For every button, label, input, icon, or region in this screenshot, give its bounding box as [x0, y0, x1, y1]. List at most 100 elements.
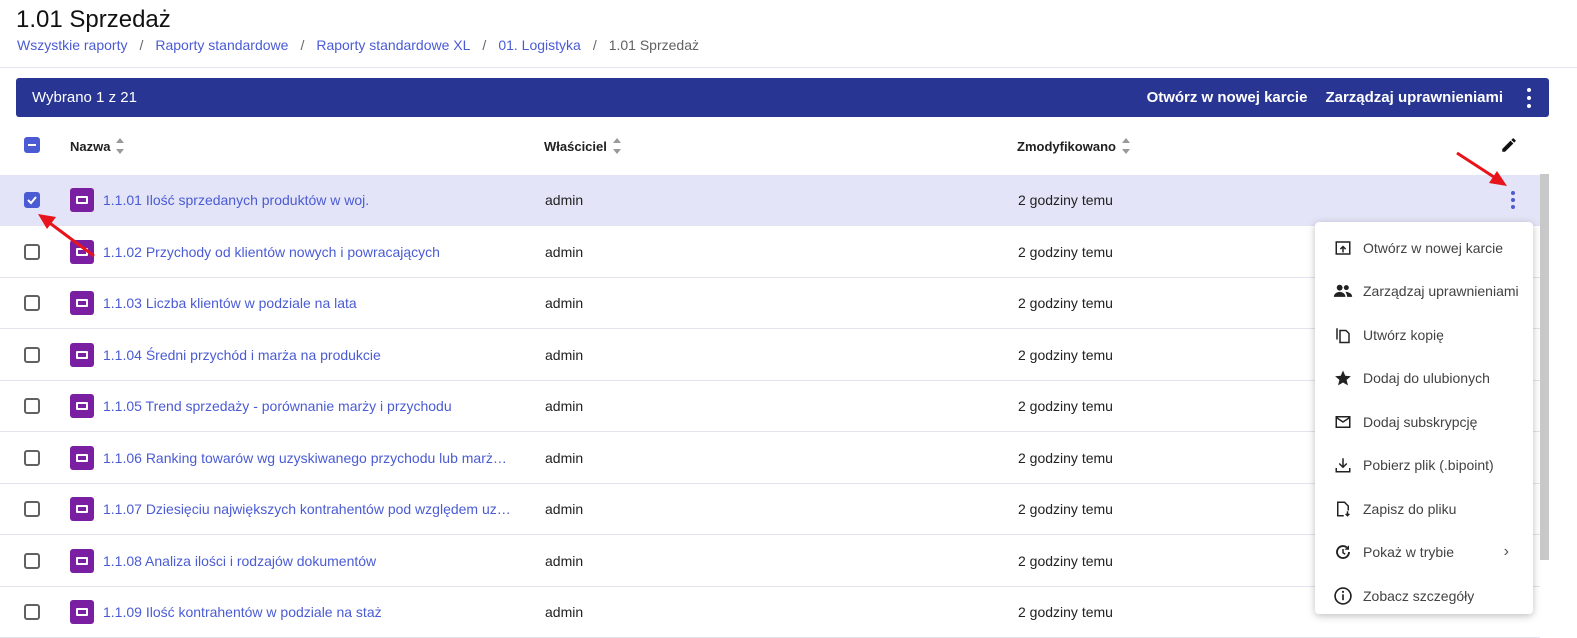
- modified: 2 godziny temu: [1018, 552, 1113, 569]
- info-icon: [1333, 586, 1353, 606]
- menu-item-label: Zobacz szczegóły: [1363, 587, 1475, 604]
- table-header: Nazwa Właściciel Zmodyfikowano: [0, 130, 1540, 160]
- context-menu: Otwórz w nowej karcie Zarządzaj uprawnien…: [1315, 222, 1533, 614]
- row-more-icon[interactable]: [1511, 191, 1515, 209]
- owner: admin: [545, 449, 584, 466]
- breadcrumb-separator: /: [482, 37, 487, 53]
- table-row[interactable]: 1.1.05 Trend sprzedaży - porównanie marż…: [0, 381, 1540, 432]
- download-icon: [1333, 455, 1353, 475]
- selection-toolbar: Wybrano 1 z 21 Otwórz w nowej karcie Zar…: [16, 78, 1549, 117]
- row-checkbox[interactable]: [24, 604, 40, 620]
- table-row[interactable]: 1.1.02 Przychody od klientów nowych i po…: [0, 227, 1540, 278]
- column-owner[interactable]: Właściciel: [544, 138, 621, 154]
- breadcrumb-standard-reports[interactable]: Raporty standardowe: [155, 37, 288, 53]
- column-name-label: Nazwa: [70, 138, 111, 154]
- modified: 2 godziny temu: [1018, 243, 1113, 260]
- row-checkbox[interactable]: [24, 552, 40, 569]
- report-name-link[interactable]: 1.1.09 Ilość kontrahentów w podziale na …: [103, 604, 382, 620]
- modified: 2 godziny temu: [1018, 449, 1113, 466]
- open-new-tab-button[interactable]: Otwórz w nowej karcie: [1147, 89, 1308, 106]
- menu-item[interactable]: Otwórz w nowej karcie: [1315, 226, 1533, 270]
- column-name[interactable]: Nazwa: [70, 138, 125, 154]
- owner: admin: [545, 346, 584, 363]
- column-owner-label: Właściciel: [544, 138, 607, 154]
- menu-item[interactable]: Zobacz szczegóły: [1315, 574, 1533, 618]
- sort-icon: [612, 138, 621, 154]
- star-icon: [1333, 368, 1353, 388]
- row-checkbox[interactable]: [24, 449, 40, 466]
- save-file-icon: [1333, 499, 1353, 519]
- table-row[interactable]: 1.1.06 Ranking towarów wg uzyskiwanego p…: [0, 433, 1540, 484]
- owner: admin: [545, 192, 584, 208]
- breadcrumb: Wszystkie raporty / Raporty standardowe / …: [17, 37, 699, 53]
- breadcrumb-all-reports[interactable]: Wszystkie raporty: [17, 37, 127, 53]
- scrollbar[interactable]: [1540, 174, 1549, 560]
- select-all-checkbox[interactable]: [24, 137, 40, 153]
- row-checkbox[interactable]: [24, 295, 40, 311]
- owner: admin: [545, 604, 584, 620]
- report-name-link[interactable]: 1.1.01 Ilość sprzedanych produktów w woj…: [103, 192, 369, 208]
- menu-item[interactable]: Pobierz plik (.bipoint): [1315, 444, 1533, 488]
- table-row[interactable]: 1.1.03 Liczba klientów w podziale na lat…: [0, 278, 1540, 329]
- report-name-link[interactable]: 1.1.04 Średni przychód i marża na produk…: [103, 347, 381, 363]
- copy-icon: [1333, 325, 1353, 345]
- report-icon: [70, 445, 94, 470]
- menu-item-label: Pobierz plik (.bipoint): [1363, 457, 1494, 474]
- report-icon: [70, 239, 94, 264]
- chevron-right-icon: ›: [1503, 543, 1509, 561]
- report-name-link[interactable]: 1.1.03 Liczba klientów w podziale na lat…: [103, 295, 357, 311]
- report-name-link[interactable]: 1.1.08 Analiza ilości i rodzajów dokumen…: [103, 553, 376, 569]
- owner: admin: [545, 501, 584, 517]
- report-icon: [70, 394, 94, 418]
- table-row[interactable]: 1.1.09 Ilość kontrahentów w podziale na …: [0, 587, 1540, 638]
- modified: 2 godziny temu: [1018, 604, 1113, 620]
- row-checkbox[interactable]: [24, 346, 40, 363]
- sort-icon: [1121, 138, 1130, 154]
- menu-item-label: Otwórz w nowej karcie: [1363, 239, 1504, 256]
- report-icon: [70, 188, 94, 212]
- report-name-link[interactable]: 1.1.05 Trend sprzedaży - porównanie marż…: [103, 398, 452, 414]
- menu-item-label: Zapisz do pliku: [1363, 500, 1457, 517]
- manage-permissions-button[interactable]: Zarządzaj uprawnieniami: [1325, 89, 1503, 106]
- row-checkbox[interactable]: [24, 398, 40, 414]
- menu-item[interactable]: Pokaż w trybie ›: [1315, 531, 1533, 575]
- more-options-icon[interactable]: [1525, 87, 1533, 108]
- column-modified[interactable]: Zmodyfikowano: [1017, 138, 1130, 154]
- report-name-link[interactable]: 1.1.02 Przychody od klientów nowych i po…: [103, 244, 440, 260]
- people-icon: [1333, 281, 1353, 301]
- breadcrumb-separator: /: [139, 37, 144, 53]
- report-name-link[interactable]: 1.1.07 Dziesięciu największych kontrahen…: [103, 501, 513, 517]
- edit-columns-icon[interactable]: [1500, 136, 1518, 154]
- report-icon: [70, 291, 94, 315]
- owner: admin: [545, 552, 584, 569]
- selection-count: Wybrano 1 z 21: [32, 89, 137, 106]
- breadcrumb-standard-reports-xl[interactable]: Raporty standardowe XL: [316, 37, 470, 53]
- report-icon: [70, 600, 94, 624]
- report-icon: [70, 342, 94, 367]
- menu-item[interactable]: Dodaj subskrypcję: [1315, 400, 1533, 444]
- modified: 2 godziny temu: [1018, 501, 1113, 517]
- table-row[interactable]: 1.1.01 Ilość sprzedanych produktów w woj…: [0, 175, 1540, 226]
- row-checkbox[interactable]: [24, 501, 40, 517]
- menu-item[interactable]: Zarządzaj uprawnieniami: [1315, 270, 1533, 314]
- menu-item[interactable]: Utwórz kopię: [1315, 313, 1533, 357]
- menu-item[interactable]: Zapisz do pliku: [1315, 487, 1533, 531]
- row-checkbox[interactable]: [24, 243, 40, 260]
- modified: 2 godziny temu: [1018, 398, 1113, 414]
- history-icon: [1333, 542, 1353, 562]
- breadcrumb-separator: /: [592, 37, 597, 53]
- table-row[interactable]: 1.1.08 Analiza ilości i rodzajów dokumen…: [0, 536, 1540, 587]
- menu-item-label: Dodaj do ulubionych: [1363, 370, 1490, 387]
- table-row[interactable]: 1.1.07 Dziesięciu największych kontrahen…: [0, 484, 1540, 535]
- breadcrumb-separator: /: [300, 37, 305, 53]
- menu-item-label: Utwórz kopię: [1363, 326, 1444, 343]
- table-row[interactable]: 1.1.04 Średni przychód i marża na produk…: [0, 330, 1540, 381]
- owner: admin: [545, 295, 584, 311]
- menu-item[interactable]: Dodaj do ulubionych: [1315, 357, 1533, 401]
- report-icon: [70, 548, 94, 573]
- menu-item-label: Zarządzaj uprawnieniami: [1363, 283, 1519, 300]
- row-checkbox[interactable]: [24, 192, 40, 208]
- breadcrumb-logistics[interactable]: 01. Logistyka: [498, 37, 581, 53]
- sort-icon: [116, 138, 125, 154]
- report-name-link[interactable]: 1.1.06 Ranking towarów wg uzyskiwanego p…: [103, 450, 513, 466]
